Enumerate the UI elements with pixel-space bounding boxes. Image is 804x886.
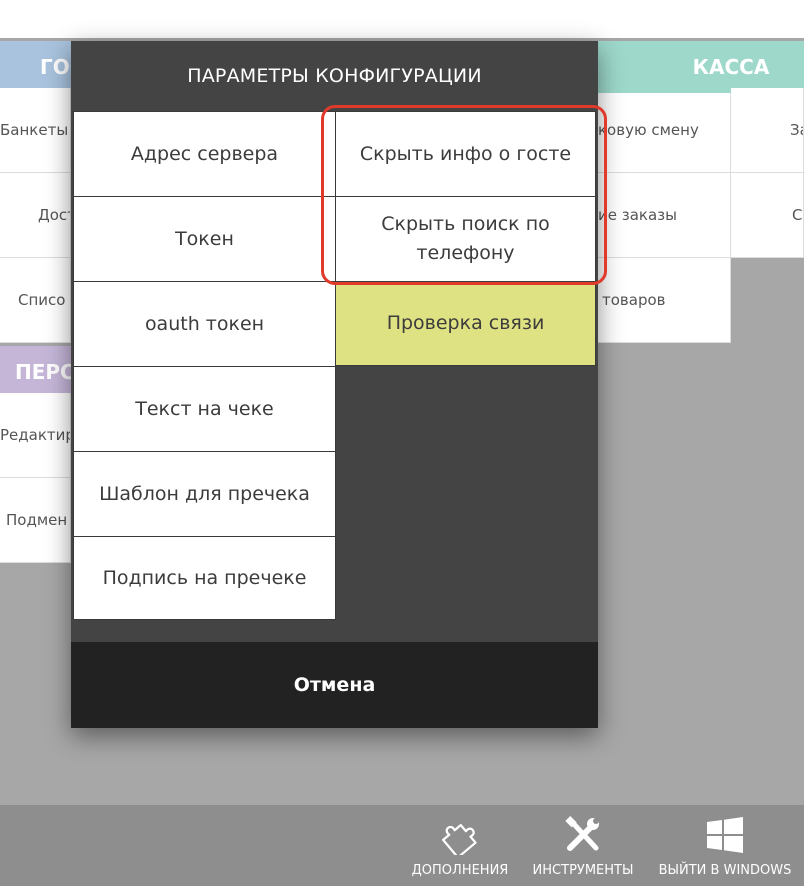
delivery-tile[interactable]: Дост [0, 173, 71, 258]
tile-label: ие заказы [598, 206, 677, 224]
tile-label: Банкеты и [0, 121, 70, 139]
tile-label: Подмен [6, 511, 68, 529]
tile-label: товаров [602, 291, 666, 309]
precheck-signature-button[interactable]: Подпись на пречеке [73, 536, 336, 620]
tools-label: ИНСТРУМЕНТЫ [532, 863, 634, 878]
option-label: Текст на чеке [135, 397, 274, 420]
orders-tile[interactable]: ие заказы [598, 173, 731, 258]
hide-guest-info-button[interactable]: Скрыть инфо о госте [335, 111, 596, 197]
taskbar: ДОПОЛНЕНИЯ ИНСТРУМЕНТЫ ВЫЙТИ В WINDOWS [0, 805, 804, 886]
option-label: Адрес сервера [130, 142, 279, 165]
exit-to-windows-label: ВЫЙТИ В WINDOWS [658, 863, 792, 878]
edit-tile[interactable]: Редактиро [0, 393, 71, 478]
windows-icon [705, 813, 745, 857]
tile-label: За [790, 121, 803, 139]
hide-phone-search-button[interactable]: Скрыть поиск по телефону [335, 196, 596, 282]
guests-section-title: ГОС [40, 55, 71, 79]
option-label: Токен [175, 227, 234, 250]
tile-label: Дост [38, 206, 70, 224]
option-label: Шаблон для пречека [99, 482, 310, 505]
kassa-tile-1[interactable]: За [731, 88, 804, 173]
option-label: Скрыть поиск по телефону [381, 213, 550, 264]
connection-check-button[interactable]: Проверка связи [335, 281, 596, 366]
tools-button[interactable]: ИНСТРУМЕНТЫ [527, 805, 639, 886]
precheck-template-button[interactable]: Шаблон для пречека [73, 451, 336, 537]
exit-to-windows-button[interactable]: ВЫЙТИ В WINDOWS [651, 805, 799, 886]
option-label: Подпись на пречеке [102, 566, 307, 589]
config-dialog: ПАРАМЕТРЫ КОНФИГУРАЦИИ Адрес сервера Ток… [71, 41, 598, 728]
tools-icon [562, 813, 604, 857]
list-tile[interactable]: Списо [0, 258, 71, 343]
option-label: Скрыть инфо о госте [359, 142, 572, 165]
tile-label: Редактиро [0, 426, 70, 444]
banquets-tile[interactable]: Банкеты и [0, 88, 71, 173]
tile-label: Списо [18, 291, 66, 309]
server-address-button[interactable]: Адрес сервера [73, 111, 336, 197]
option-label: oauth токен [144, 312, 265, 335]
option-label: Проверка связи [386, 312, 545, 334]
guests-section-header: ГОС [0, 41, 71, 93]
addons-button[interactable]: ДОПОЛНЕНИЯ [405, 805, 515, 886]
goods-tile[interactable]: товаров [598, 258, 731, 343]
receipt-text-button[interactable]: Текст на чеке [73, 366, 336, 452]
cancel-button[interactable]: Отмена [71, 642, 598, 728]
dialog-title: ПАРАМЕТРЫ КОНФИГУРАЦИИ [187, 65, 482, 87]
top-strip [0, 0, 804, 38]
kassa-section-header: КАССА [598, 41, 804, 93]
kassa-section-title: КАССА [692, 55, 770, 79]
token-button[interactable]: Токен [73, 196, 336, 282]
puzzle-icon [439, 813, 481, 857]
oauth-token-button[interactable]: oauth токен [73, 281, 336, 367]
personnel-section-header: ПЕРС [0, 346, 71, 398]
personnel-section-title: ПЕРС [15, 360, 71, 384]
shift-tile[interactable]: ковую смену [598, 88, 731, 173]
replace-tile[interactable]: Подмен [0, 478, 71, 563]
addons-label: ДОПОЛНЕНИЯ [411, 863, 509, 878]
tile-label: ковую смену [598, 121, 699, 139]
tile-label: С [792, 206, 803, 224]
kassa-tile-2[interactable]: С [731, 173, 804, 258]
